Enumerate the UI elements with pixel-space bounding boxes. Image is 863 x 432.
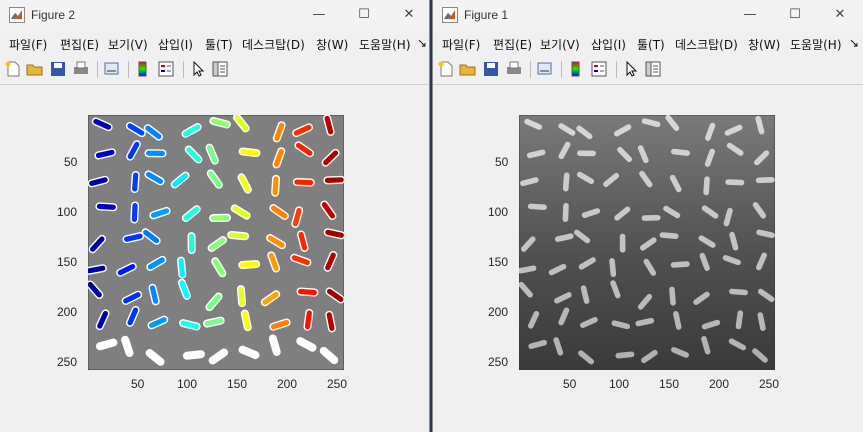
- x-tick-label: 150: [227, 377, 248, 391]
- matlab-logo-icon: [9, 7, 25, 23]
- menu-help[interactable]: 도움말(H): [359, 36, 411, 53]
- menu-desktop[interactable]: 데스크탑(D): [242, 36, 305, 53]
- menu-help[interactable]: 도움말(H): [790, 36, 842, 53]
- close-button[interactable]: ✕: [817, 3, 863, 27]
- x-tick-label: 100: [609, 377, 630, 391]
- menu-tools[interactable]: 툴(T): [205, 36, 233, 53]
- window-title: Figure 1: [464, 8, 509, 22]
- x-tick-label: 250: [327, 377, 348, 391]
- figure-toolbar: [0, 55, 429, 85]
- legend-icon[interactable]: [157, 60, 175, 78]
- rice-grain: [725, 179, 745, 186]
- maximize-button[interactable]: ☐: [341, 3, 387, 27]
- y-tick-label: 200: [488, 305, 509, 319]
- property-inspector-icon[interactable]: [211, 60, 229, 78]
- rice-grain: [577, 150, 596, 157]
- rice-grain: [755, 177, 775, 184]
- minimize-button[interactable]: —: [727, 3, 773, 27]
- print-icon[interactable]: [72, 60, 90, 78]
- menu-view[interactable]: 보기(V): [108, 36, 148, 53]
- open-file-icon[interactable]: [26, 60, 44, 78]
- save-icon[interactable]: [49, 60, 67, 78]
- x-tick-label: 150: [659, 377, 680, 391]
- open-file-icon[interactable]: [459, 60, 477, 78]
- new-figure-icon[interactable]: [437, 60, 455, 78]
- x-tick-label: 100: [177, 377, 198, 391]
- rice-grain-label: [238, 260, 261, 269]
- toolbar-separator: [183, 61, 184, 78]
- menu-window[interactable]: 창(W): [316, 36, 348, 53]
- menu-insert[interactable]: 삽입(I): [158, 36, 193, 53]
- y-tick-label: 50: [64, 155, 78, 169]
- menu-desktop[interactable]: 데스크탑(D): [675, 36, 738, 53]
- rice-grain-label: [323, 175, 344, 185]
- menu-tools[interactable]: 툴(T): [637, 36, 665, 53]
- y-tick-label: 250: [488, 355, 509, 369]
- rice-grain: [527, 203, 547, 211]
- print-icon[interactable]: [505, 60, 523, 78]
- x-tick-label: 50: [563, 377, 577, 391]
- rice-grain-label: [130, 201, 140, 224]
- menu-file[interactable]: 파일(F): [442, 36, 480, 53]
- matlab-logo-icon: [442, 7, 458, 23]
- rice-grain-label: [292, 178, 315, 187]
- colorbar-icon[interactable]: [134, 60, 152, 78]
- toolbar-separator: [97, 61, 98, 78]
- grayscale-image-axes[interactable]: [519, 115, 775, 370]
- title-bar[interactable]: Figure 1 — ☐ ✕: [433, 0, 863, 31]
- toolbar-separator: [128, 61, 129, 78]
- labeled-image-axes[interactable]: [88, 115, 344, 370]
- window-title: Figure 2: [31, 8, 76, 22]
- y-tick-label: 150: [57, 255, 78, 269]
- y-tick-label: 50: [495, 155, 509, 169]
- figure-2-window: Figure 2 — ☐ ✕ 파일(F) 편집(E) 보기(V) 삽입(I) 툴…: [0, 0, 430, 432]
- menu-edit[interactable]: 편집(E): [60, 36, 99, 53]
- y-tick-label: 200: [57, 305, 78, 319]
- rice-grain-label: [271, 174, 281, 197]
- y-tick-label: 250: [57, 355, 78, 369]
- rice-grain-label: [144, 149, 167, 158]
- figure-toolbar: [433, 55, 863, 85]
- toolbar-separator: [616, 61, 617, 78]
- pointer-icon[interactable]: [622, 60, 640, 78]
- menu-window[interactable]: 창(W): [748, 36, 780, 53]
- save-icon[interactable]: [482, 60, 500, 78]
- menu-edit[interactable]: 편집(E): [493, 36, 532, 53]
- link-plot-icon[interactable]: [103, 60, 121, 78]
- rice-grain: [641, 214, 661, 221]
- toolbar-separator: [561, 61, 562, 78]
- x-tick-label: 200: [277, 377, 298, 391]
- x-tick-label: 200: [709, 377, 730, 391]
- rice-grain: [619, 233, 626, 253]
- rice-grain-label: [95, 202, 118, 212]
- menu-overflow-icon[interactable]: ↘: [849, 36, 859, 50]
- x-tick-label: 50: [131, 377, 145, 391]
- menu-view[interactable]: 보기(V): [540, 36, 580, 53]
- minimize-button[interactable]: —: [296, 3, 342, 27]
- x-tick-label: 250: [759, 377, 780, 391]
- legend-icon[interactable]: [590, 60, 608, 78]
- new-figure-icon[interactable]: [4, 60, 22, 78]
- maximize-button[interactable]: ☐: [772, 3, 818, 27]
- property-inspector-icon[interactable]: [644, 60, 662, 78]
- rice-grain-label: [130, 171, 140, 193]
- y-tick-label: 100: [488, 205, 509, 219]
- rice-grain-label: [209, 213, 232, 223]
- rice-grain: [562, 203, 569, 222]
- pointer-icon[interactable]: [189, 60, 207, 78]
- toolbar-separator: [530, 61, 531, 78]
- menu-insert[interactable]: 삽입(I): [591, 36, 626, 53]
- menu-bar: 파일(F) 편집(E) 보기(V) 삽입(I) 툴(T) 데스크탑(D) 창(W…: [433, 31, 863, 55]
- y-tick-label: 100: [57, 205, 78, 219]
- y-tick-label: 150: [488, 255, 509, 269]
- menu-overflow-icon[interactable]: ↘: [417, 36, 427, 50]
- menu-bar: 파일(F) 편집(E) 보기(V) 삽입(I) 툴(T) 데스크탑(D) 창(W…: [0, 31, 429, 55]
- title-bar[interactable]: Figure 2 — ☐ ✕: [0, 0, 429, 31]
- colorbar-icon[interactable]: [567, 60, 585, 78]
- link-plot-icon[interactable]: [536, 60, 554, 78]
- close-button[interactable]: ✕: [386, 3, 429, 27]
- menu-file[interactable]: 파일(F): [9, 36, 47, 53]
- figure-1-window: Figure 1 — ☐ ✕ 파일(F) 편집(E) 보기(V) 삽입(I) 툴…: [432, 0, 863, 432]
- rice-grain-label: [187, 232, 196, 255]
